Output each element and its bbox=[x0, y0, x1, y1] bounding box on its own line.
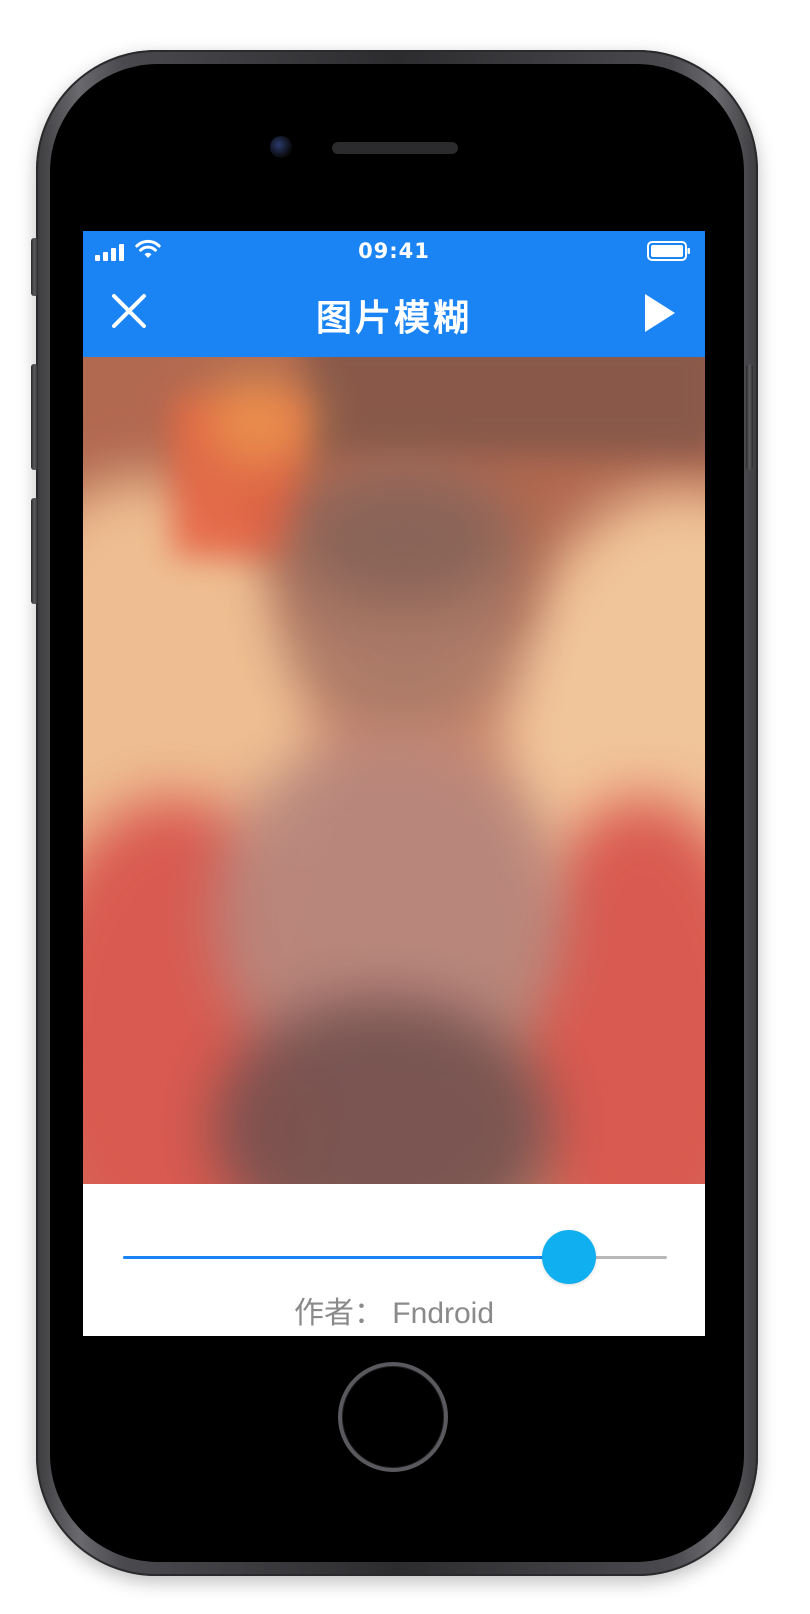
app-bar: 图片模糊 bbox=[83, 271, 705, 357]
home-button[interactable] bbox=[338, 1362, 448, 1472]
earpiece-speaker bbox=[332, 142, 458, 154]
slider-thumb[interactable] bbox=[542, 1230, 597, 1284]
slider-fill bbox=[123, 1256, 570, 1259]
page-title: 图片模糊 bbox=[315, 298, 472, 339]
play-icon[interactable] bbox=[639, 291, 679, 335]
blur-slider[interactable] bbox=[123, 1230, 667, 1284]
blurred-photo bbox=[83, 357, 705, 1184]
power-button bbox=[746, 364, 753, 470]
mute-switch bbox=[31, 238, 38, 296]
author-credit: 作者： Fndroid bbox=[293, 1297, 495, 1330]
battery-icon bbox=[647, 241, 690, 261]
front-camera bbox=[270, 136, 292, 158]
volume-down-button bbox=[31, 498, 38, 604]
app-screen: 09:41 图片模糊 作者： Fndroid bbox=[83, 231, 705, 1336]
controls-panel: 作者： Fndroid bbox=[83, 1184, 705, 1336]
device-mockup: 09:41 图片模糊 作者： Fndroid bbox=[0, 0, 810, 1614]
status-time: 09:41 bbox=[358, 239, 430, 263]
status-bar: 09:41 bbox=[83, 231, 705, 271]
volume-up-button bbox=[31, 364, 38, 470]
